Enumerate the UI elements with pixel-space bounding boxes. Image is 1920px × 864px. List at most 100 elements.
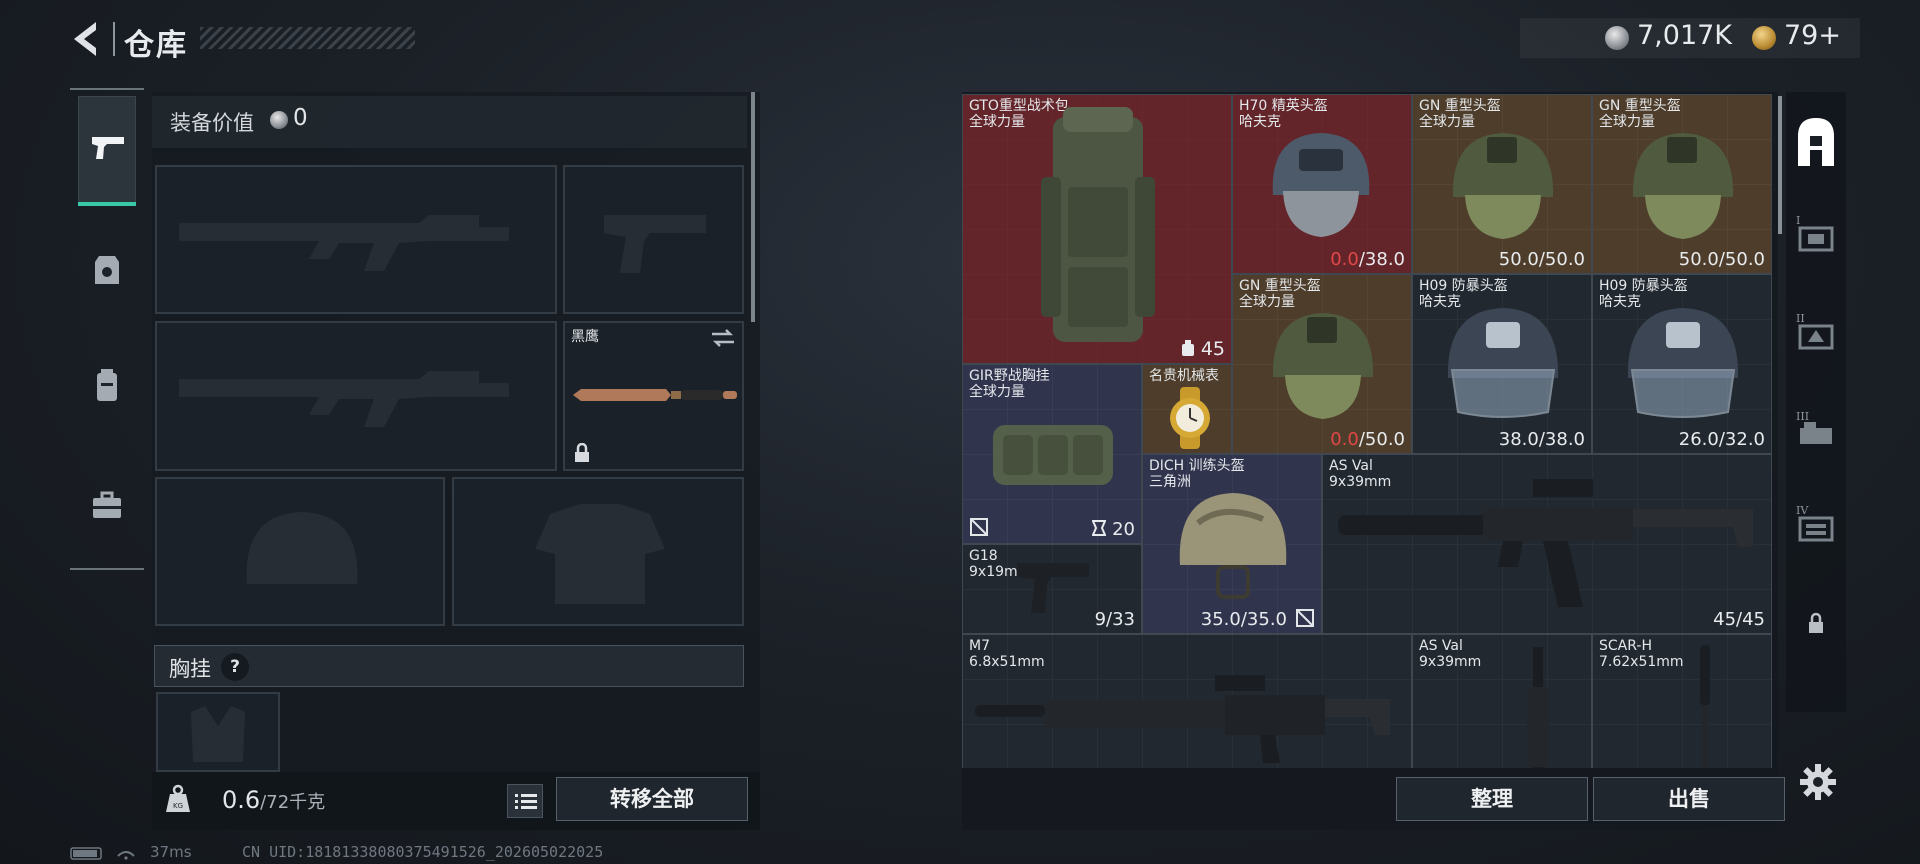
helmet-icon [1179, 493, 1287, 599]
item-name: H70 精英头盔 [1239, 98, 1328, 114]
primary-weapon-slot-2[interactable] [155, 321, 557, 471]
helmet-icon [1632, 133, 1734, 239]
rifle-silhouette-icon [179, 371, 509, 427]
nav-weapons-tab[interactable] [78, 96, 136, 206]
list-view-button[interactable] [507, 784, 543, 818]
lock-icon [575, 443, 589, 462]
storage-page-1-tab[interactable]: I [1794, 214, 1838, 258]
rifle-icon [1338, 479, 1753, 607]
storage-item[interactable]: H70 精英头盔 哈夫克 0.0/38.0 [1232, 94, 1412, 274]
nav-divider-top [70, 88, 144, 90]
item-name: AS Val [1419, 638, 1463, 654]
item-capacity: 20 [1091, 519, 1135, 540]
watch-icon [1170, 387, 1210, 449]
chest-rig-slot[interactable] [156, 692, 280, 772]
storage-scrollbar[interactable] [1778, 96, 1782, 234]
storage-item[interactable]: H09 防暴头盔 哈夫克 38.0/38.0 [1412, 274, 1592, 454]
settings-gear-icon[interactable] [1798, 762, 1838, 802]
item-faction: 全球力量 [969, 384, 1025, 400]
locked-page-lock-icon[interactable] [1806, 612, 1826, 634]
item-name: GN 重型头盔 [1239, 278, 1321, 294]
storage-item[interactable]: GN 重型头盔 全球力量 50.0/50.0 [1592, 94, 1772, 274]
chest-rig-help-button[interactable]: ? [221, 653, 249, 681]
pistol-silhouette-icon [604, 215, 706, 273]
gold-balance[interactable]: 79+ [1784, 20, 1841, 51]
storage-page-4-tab[interactable]: IV [1794, 504, 1838, 548]
item-durability: 38.0/38.0 [1498, 429, 1585, 450]
storage-item[interactable]: 名贵机械表 [1142, 364, 1232, 454]
weight-kg-icon: KG [166, 784, 190, 812]
equip-value-label: 装备价值 [170, 111, 254, 135]
item-name: G18 [969, 548, 998, 564]
sell-button[interactable]: 出售 [1593, 777, 1785, 821]
storage-page-icon [1800, 422, 1832, 444]
helmet-icon [1272, 133, 1370, 237]
loadout-scrollbar[interactable] [751, 92, 755, 322]
storage-item[interactable]: GN 重型头盔 全球力量 0.0/50.0 [1232, 274, 1412, 454]
storage-item[interactable]: GN 重型头盔 全球力量 50.0/50.0 [1412, 94, 1592, 274]
item-durability-current: 0.0 [1330, 249, 1359, 270]
pistol-slot[interactable] [563, 165, 744, 314]
storage-item[interactable]: AS Val 9x39mm [1412, 634, 1592, 768]
primary-weapon-slot-1[interactable] [155, 165, 557, 314]
weight-max: /72千克 [260, 792, 326, 813]
transfer-all-button[interactable]: 转移全部 [556, 777, 748, 821]
item-capacity-value: 45 [1200, 338, 1225, 360]
storage-item[interactable]: SCAR-H 7.62x51mm [1592, 634, 1772, 768]
item-name: GN 重型头盔 [1419, 98, 1501, 114]
weight-value: 0.6/72千克 [222, 786, 325, 814]
item-name: H09 防暴头盔 [1419, 278, 1508, 294]
item-durability: 50.0/50.0 [1678, 249, 1765, 270]
item-durability: 0.0/50.0 [1330, 429, 1405, 450]
storage-page-2-tab[interactable]: II [1794, 312, 1838, 356]
storage-item[interactable]: GTO重型战术包 全球力量 45 [962, 94, 1232, 364]
ping-readout: 37ms [150, 843, 192, 861]
sort-button[interactable]: 整理 [1396, 777, 1588, 821]
item-name: GIR野战胸挂 [969, 368, 1050, 384]
item-faction: 7.62x51mm [1599, 654, 1684, 670]
storage-item[interactable]: DICH 训练头盔 三角洲 35.0/35.0 [1142, 454, 1322, 634]
storage-grid: GTO重型战术包 全球力量 45 H70 精英头盔 哈夫克 0.0/38.0 G… [962, 94, 1772, 768]
storage-page-3-tab[interactable]: III [1794, 410, 1838, 454]
item-durability: 50.0/50.0 [1498, 249, 1585, 270]
storage-item[interactable]: H09 防暴头盔 哈夫克 26.0/32.0 [1592, 274, 1772, 454]
nav-active-indicator [78, 202, 136, 206]
pistol-icon [92, 137, 124, 159]
item-name: SCAR-H [1599, 638, 1652, 654]
pistol-icon [1017, 563, 1089, 613]
helmet-slot[interactable] [155, 477, 445, 626]
equip-value: 0 [293, 105, 308, 131]
chest-rig-icon [993, 425, 1113, 485]
nav-case-icon[interactable] [87, 486, 127, 526]
rifle-vertical-icon [1700, 645, 1710, 768]
back-button[interactable] [68, 18, 106, 60]
rifle-icon [975, 675, 1390, 763]
item-durability-max: /50.0 [1358, 429, 1405, 450]
nav-divider-bottom [70, 568, 144, 570]
storage-item[interactable]: GIR野战胸挂 全球力量 20 [962, 364, 1142, 544]
svg-text:KG: KG [173, 802, 183, 810]
battery-wifi-icon [70, 847, 135, 860]
helmet-icon [1272, 313, 1374, 419]
chest-rig-label: 胸挂 [169, 657, 211, 681]
storage-item[interactable]: AS Val 9x39mm 45/45 [1322, 454, 1772, 634]
melee-slot[interactable]: 黑鹰 [563, 321, 744, 471]
storage-item[interactable]: G18 9x19mm 9/33 [962, 544, 1142, 634]
no-insure-icon [970, 518, 988, 536]
item-name: 名贵机械表 [1149, 368, 1219, 384]
armor-slot[interactable] [452, 477, 744, 626]
title-separator [113, 22, 115, 56]
nav-backpack-icon[interactable] [87, 365, 127, 405]
nav-armor-icon[interactable] [87, 250, 127, 290]
item-durability-current: 0.0 [1330, 429, 1359, 450]
item-durability: 35.0/35.0 [1200, 609, 1287, 630]
weight-current: 0.6 [222, 786, 261, 814]
silver-balance: 7,017K [1637, 20, 1733, 51]
storage-item[interactable]: M7 6.8x51mm [962, 634, 1412, 768]
item-durability: 0.0/38.0 [1330, 249, 1405, 270]
helmet-icon [1452, 133, 1554, 239]
swap-icon[interactable] [710, 327, 736, 349]
helmet-silhouette-icon [246, 512, 358, 584]
storage-overview-tab[interactable] [1790, 110, 1842, 176]
item-faction: 9x39mm [1419, 654, 1482, 670]
